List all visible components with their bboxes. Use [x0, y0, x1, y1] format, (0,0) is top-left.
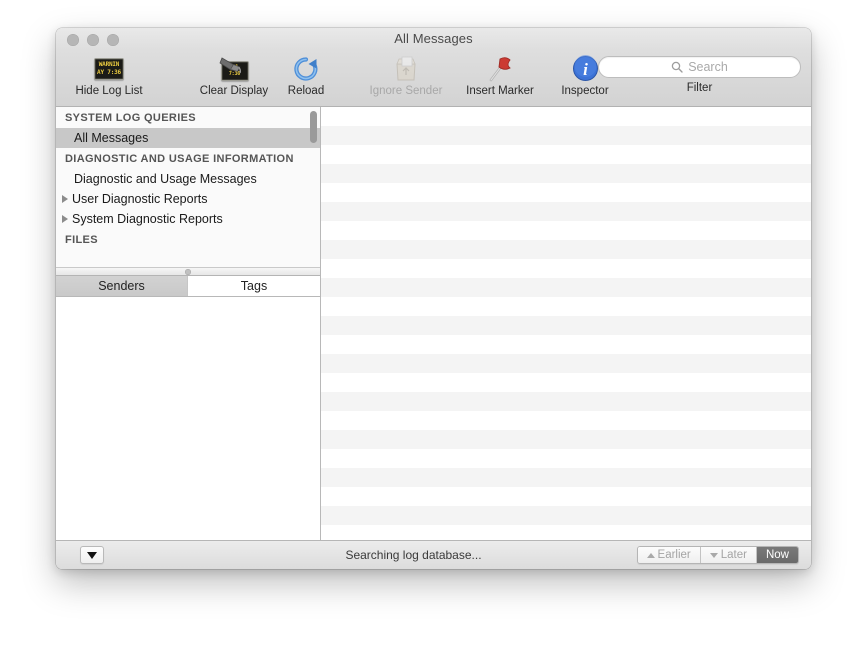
- toolbar-label-clear-display: Clear Display: [199, 85, 269, 97]
- tab-label: Senders: [98, 279, 145, 293]
- toolbar-label-hide-log-list: Hide Log List: [75, 85, 143, 97]
- table-row[interactable]: [321, 354, 811, 373]
- disclosure-triangle-icon[interactable]: [62, 215, 68, 223]
- search-icon: [671, 61, 683, 73]
- tab-tags[interactable]: Tags: [188, 276, 320, 296]
- table-row[interactable]: [321, 373, 811, 392]
- console-window: All Messages WARNIN AY 7:36 Hide Log Lis…: [56, 28, 811, 569]
- toolbar-label-ignore-sender: Ignore Sender: [369, 85, 443, 97]
- toolbar-label-insert-marker: Insert Marker: [466, 85, 534, 97]
- marker-flag-icon: [454, 54, 546, 83]
- log-display-icon: WARNIN AY 7:36: [66, 54, 152, 83]
- left-panel: SYSTEM LOG QUERIES All Messages DIAGNOST…: [56, 107, 321, 540]
- table-row[interactable]: [321, 107, 811, 126]
- table-row[interactable]: [321, 202, 811, 221]
- message-table[interactable]: [321, 107, 811, 540]
- window-body: SYSTEM LOG QUERIES All Messages DIAGNOST…: [56, 107, 811, 540]
- search-placeholder: Search: [688, 60, 728, 74]
- toolbar-button-reload[interactable]: Reload: [276, 54, 336, 97]
- source-list-scrollbar[interactable]: [310, 111, 317, 143]
- log-display-icon-line2: AY 7:36: [97, 68, 121, 76]
- sender-list[interactable]: [56, 297, 320, 540]
- toolbar-button-ignore-sender[interactable]: Ignore Sender: [358, 54, 454, 97]
- table-row[interactable]: [321, 183, 811, 202]
- triangle-down-icon: [709, 552, 718, 558]
- table-row[interactable]: [321, 145, 811, 164]
- reload-icon: [276, 54, 336, 83]
- table-row[interactable]: [321, 487, 811, 506]
- status-bar: Searching log database... Earlier Later …: [56, 540, 811, 569]
- table-row[interactable]: [321, 335, 811, 354]
- sidebar-item-label: System Diagnostic Reports: [72, 212, 223, 226]
- table-row[interactable]: [321, 430, 811, 449]
- window-title: All Messages: [394, 31, 473, 46]
- disclosure-triangle-icon[interactable]: [62, 195, 68, 203]
- segment-label: Now: [765, 549, 789, 561]
- sidebar-item-label: All Messages: [74, 131, 149, 145]
- clear-display-icon: ▌▌▌ 7:36: [191, 54, 277, 83]
- source-group-header-files: FILES: [65, 234, 98, 246]
- log-display-icon-line1: WARNIN: [98, 60, 120, 68]
- source-group-header-diagnostic-usage: DIAGNOSTIC AND USAGE INFORMATION: [65, 153, 294, 165]
- filter-caption: Filter: [686, 82, 713, 94]
- splitter-handle-dot: [185, 268, 191, 275]
- table-row[interactable]: [321, 449, 811, 468]
- table-row[interactable]: [321, 164, 811, 183]
- time-navigation-segmented-control: Earlier Later Now: [636, 546, 799, 564]
- window-titlebar[interactable]: All Messages: [56, 28, 811, 50]
- sender-tag-tabbar: Senders Tags: [56, 276, 320, 297]
- source-list[interactable]: SYSTEM LOG QUERIES All Messages DIAGNOST…: [56, 107, 320, 267]
- source-group-header-system-log-queries: SYSTEM LOG QUERIES: [65, 112, 196, 124]
- toolbar-button-insert-marker[interactable]: Insert Marker: [454, 54, 546, 97]
- segment-earlier[interactable]: Earlier: [637, 547, 701, 563]
- toolbar-label-reload: Reload: [287, 85, 325, 97]
- toolbar-button-hide-log-list[interactable]: WARNIN AY 7:36 Hide Log List: [66, 54, 152, 97]
- table-row[interactable]: [321, 411, 811, 430]
- sidebar-item-user-diagnostic-reports[interactable]: User Diagnostic Reports: [56, 189, 320, 209]
- tab-label: Tags: [240, 279, 268, 293]
- sidebar-item-all-messages[interactable]: All Messages: [56, 128, 320, 148]
- segment-later[interactable]: Later: [700, 547, 757, 563]
- toolbar: WARNIN AY 7:36 Hide Log List ▌▌▌ 7:36: [56, 50, 811, 107]
- table-row[interactable]: [321, 240, 811, 259]
- svg-text:i: i: [583, 60, 588, 79]
- table-row[interactable]: [321, 221, 811, 240]
- table-row[interactable]: [321, 297, 811, 316]
- search-field[interactable]: Search: [598, 56, 801, 78]
- triangle-up-icon: [646, 552, 655, 558]
- tab-senders[interactable]: Senders: [56, 276, 188, 296]
- ignore-sender-icon: [358, 54, 454, 83]
- table-row[interactable]: [321, 316, 811, 335]
- table-row[interactable]: [321, 506, 811, 525]
- sidebar-item-system-diagnostic-reports[interactable]: System Diagnostic Reports: [56, 209, 320, 229]
- table-row[interactable]: [321, 259, 811, 278]
- segment-label: Earlier: [657, 549, 691, 561]
- table-row[interactable]: [321, 468, 811, 487]
- segment-label: Later: [720, 549, 747, 561]
- table-row[interactable]: [321, 126, 811, 145]
- panel-splitter[interactable]: [56, 267, 320, 276]
- table-row[interactable]: [321, 525, 811, 540]
- table-row[interactable]: [321, 392, 811, 411]
- sidebar-item-diagnostic-and-usage-messages[interactable]: Diagnostic and Usage Messages: [56, 169, 320, 189]
- toolbar-button-clear-display[interactable]: ▌▌▌ 7:36 Clear Display: [191, 54, 277, 97]
- screen: All Messages WARNIN AY 7:36 Hide Log Lis…: [0, 0, 865, 650]
- segment-now[interactable]: Now: [756, 547, 798, 563]
- sidebar-item-label: User Diagnostic Reports: [72, 192, 208, 206]
- sidebar-item-label: Diagnostic and Usage Messages: [74, 172, 257, 186]
- table-row[interactable]: [321, 278, 811, 297]
